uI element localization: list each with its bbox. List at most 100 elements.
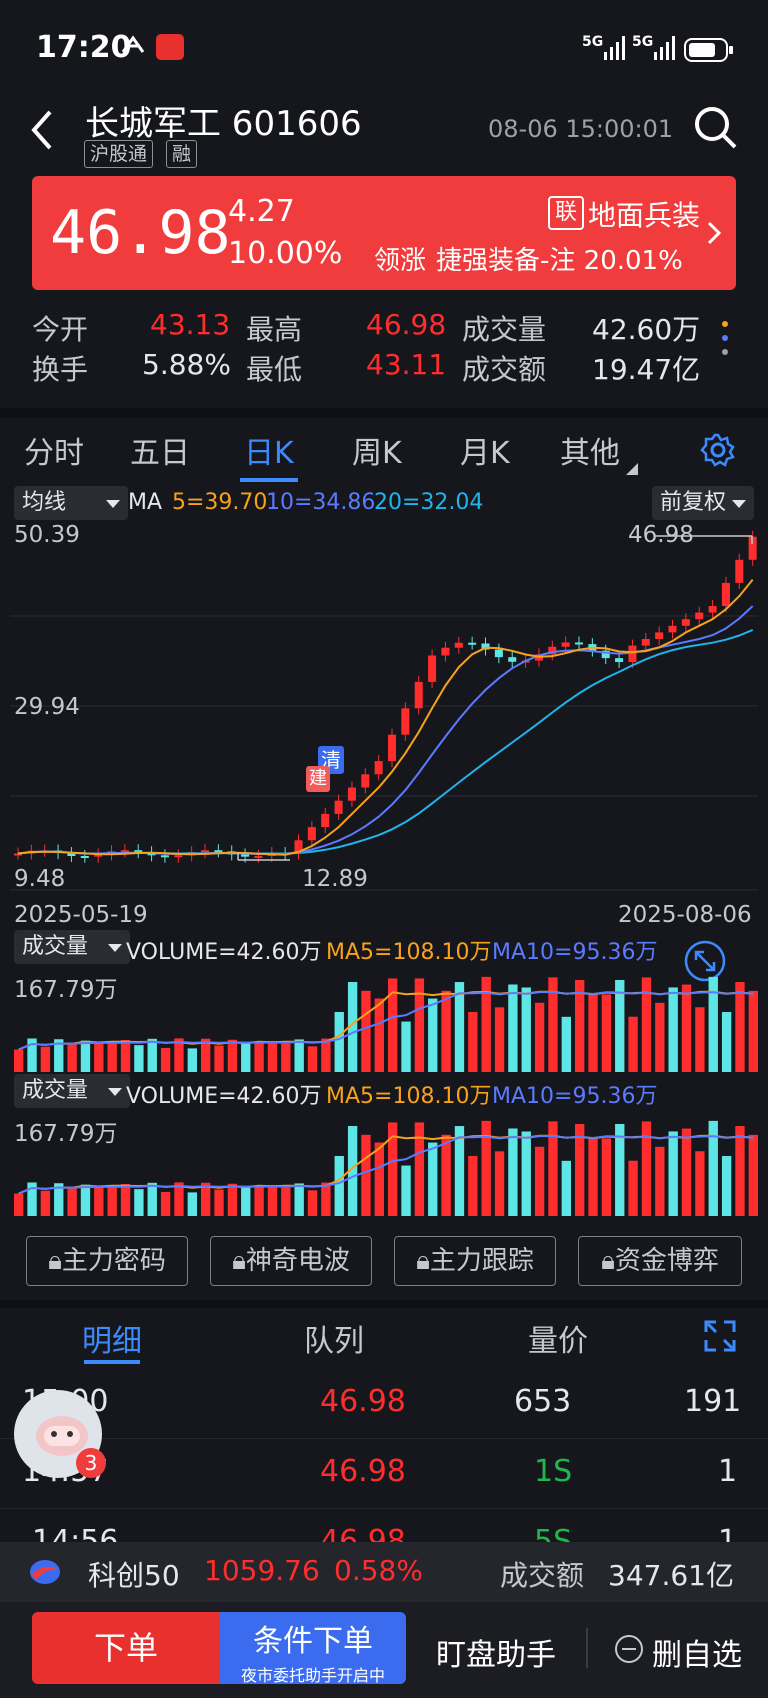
- volume-bar: [281, 1187, 291, 1216]
- volume-bar: [134, 1189, 144, 1216]
- candlestick-chart[interactable]: [10, 520, 758, 900]
- sector-name[interactable]: 地面兵装: [588, 194, 700, 234]
- price-change-pct: 10.00%: [228, 236, 343, 271]
- volume-bar: [14, 1193, 24, 1216]
- volume-select-1[interactable]: 成交量: [14, 930, 130, 964]
- table-row: 14:56 46.98 5S 1: [0, 1508, 768, 1542]
- notification-icon: [120, 34, 146, 56]
- chevron-right-icon[interactable]: [706, 220, 722, 250]
- tag-hk-connect: 沪股通: [84, 140, 154, 168]
- volume-bar: [414, 1122, 425, 1216]
- volume-bar: [67, 1188, 77, 1216]
- volume-bar: [147, 1038, 157, 1072]
- ma20-line: [17, 628, 754, 855]
- volume-bar: [374, 998, 384, 1072]
- table-row: 14:57 46.98 1S 1: [0, 1438, 768, 1509]
- volume-bar: [441, 990, 451, 1072]
- event-badge-jian[interactable]: 建: [306, 766, 330, 792]
- watch-assistant-button[interactable]: 盯盘助手: [436, 1630, 556, 1674]
- status-bar: 17:20 5G 5G: [0, 0, 768, 92]
- volume-select-2[interactable]: 成交量: [14, 1074, 130, 1108]
- volume-bar: [120, 1183, 131, 1216]
- tab-five-day[interactable]: 五日: [130, 428, 190, 472]
- volume-bar: [681, 1128, 692, 1216]
- adjust-select-label: 前复权: [660, 490, 727, 515]
- volume-bar: [735, 981, 745, 1072]
- volume-bar: [120, 1039, 131, 1072]
- more-dots-icon[interactable]: [720, 318, 730, 366]
- conditional-order-button[interactable]: 条件下单 夜市委托助手开启中: [220, 1612, 406, 1685]
- tab-daily-k[interactable]: 日K: [244, 428, 294, 472]
- volume-bar: [414, 978, 425, 1072]
- back-icon[interactable]: [28, 108, 56, 156]
- tab-other[interactable]: 其他: [560, 428, 620, 472]
- volume-bar: [67, 1044, 77, 1072]
- feature-main-code[interactable]: 🔒︎主力密码: [26, 1236, 188, 1286]
- stat-turnover-value: 5.88%: [142, 348, 231, 381]
- last-price: 46.98: [50, 198, 231, 268]
- volume-bar: [227, 1183, 238, 1216]
- volume-bar: [401, 1165, 411, 1216]
- volume-chart-2[interactable]: [10, 1104, 758, 1216]
- quote-time: 08-06 15:00:01: [488, 115, 674, 143]
- stat-volume-label: 成交量: [462, 313, 547, 346]
- ma5-line: [17, 578, 754, 856]
- volume-bar: [361, 1134, 371, 1216]
- volume-chart-1[interactable]: [10, 960, 758, 1072]
- volume-bar: [494, 1007, 505, 1072]
- volume-bar: [601, 1138, 612, 1216]
- feature-label: 资金博弈: [614, 1246, 719, 1276]
- remove-watchlist-button[interactable]: 删自选: [652, 1630, 742, 1674]
- tab-volume-price[interactable]: 量价: [528, 1316, 588, 1360]
- volume-bar: [428, 1142, 438, 1216]
- feature-magic-wave[interactable]: 🔒︎神奇电波: [210, 1236, 372, 1286]
- section-divider: [0, 408, 768, 418]
- tab-monthly-k[interactable]: 月K: [460, 428, 510, 472]
- index-bar[interactable]: 科创50 1059.76 0.58% 成交额 347.61亿: [0, 1542, 768, 1602]
- y-axis-mid: 29.94: [14, 694, 80, 720]
- assistant-mascot[interactable]: 3: [10, 1386, 106, 1482]
- tab-weekly-k[interactable]: 周K: [352, 428, 402, 472]
- leader-stock[interactable]: 捷强装备-注 20.01%: [436, 240, 683, 277]
- adjust-select[interactable]: 前复权: [652, 486, 754, 520]
- volume-bar: [94, 1185, 104, 1216]
- dropdown-arrow-icon: [732, 500, 746, 508]
- trade-volume: 5S: [534, 1524, 573, 1542]
- remove-circle-icon[interactable]: [614, 1634, 644, 1668]
- tab-detail-indicator: [84, 1360, 140, 1364]
- indicator-select[interactable]: 均线: [14, 486, 128, 520]
- search-icon[interactable]: [692, 104, 738, 154]
- tab-intraday[interactable]: 分时: [24, 428, 84, 472]
- volume-bar: [655, 1146, 665, 1216]
- index-pct: 0.58%: [334, 1554, 423, 1587]
- tab-detail[interactable]: 明细: [82, 1316, 142, 1360]
- feature-label: 主力跟踪: [429, 1246, 534, 1276]
- stat-volume-value: 42.60万: [592, 313, 701, 346]
- settings-gear-icon[interactable]: [700, 432, 736, 472]
- feature-main-tracking[interactable]: 🔒︎主力跟踪: [394, 1236, 556, 1286]
- y-axis-top: 50.39: [14, 522, 80, 548]
- feature-fund-game[interactable]: 🔒︎资金博弈: [578, 1236, 742, 1286]
- trade-volume: 1S: [534, 1454, 573, 1489]
- expand-icon[interactable]: [704, 1320, 736, 1356]
- leader-label: 领涨: [374, 246, 427, 276]
- volume-bar: [227, 1039, 238, 1072]
- volume-select-label: 成交量: [22, 934, 89, 959]
- volume-bar: [107, 1042, 117, 1072]
- dropdown-arrow-icon: [106, 500, 120, 508]
- battery-icon: [684, 38, 734, 66]
- tab-queue[interactable]: 队列: [304, 1316, 364, 1360]
- volume-bar: [588, 994, 598, 1072]
- volume-bar: [40, 1046, 51, 1072]
- volume-bar: [307, 1046, 318, 1072]
- volume-bar: [508, 984, 518, 1072]
- volume-bar: [147, 1182, 157, 1216]
- trade-time: 14:56: [32, 1524, 119, 1542]
- trade-price: 46.98: [320, 1524, 406, 1542]
- stat-amount-value: 19.47亿: [592, 353, 701, 386]
- order-button[interactable]: 下单: [32, 1612, 220, 1684]
- volume-bar: [187, 1192, 197, 1216]
- stat-open-value: 43.13: [150, 308, 231, 341]
- volume-bar: [321, 1038, 331, 1072]
- lock-icon: 🔒︎: [416, 1246, 430, 1276]
